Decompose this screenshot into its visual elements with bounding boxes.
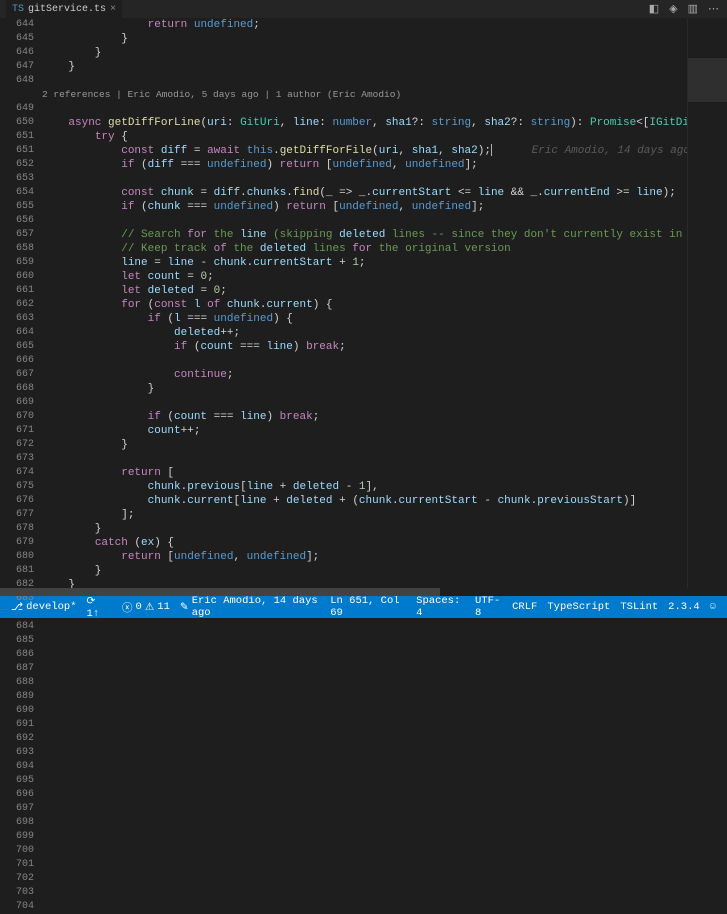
minimap-viewport[interactable] <box>688 58 727 102</box>
encoding[interactable]: UTF-8 <box>470 595 507 619</box>
minimap[interactable] <box>687 18 727 588</box>
problems-indicator[interactable]: ⓧ 0 ⚠ 11 <box>117 600 175 615</box>
scrollbar-thumb[interactable] <box>0 588 440 596</box>
title-bar: TS gitService.ts × ◧ ◈ ▥ ⋯ <box>0 0 727 18</box>
title-actions: ◧ ◈ ▥ ⋯ <box>649 2 727 16</box>
code-content[interactable]: return undefined; } } }2 references | Er… <box>42 18 687 588</box>
cursor-position[interactable]: Ln 651, Col 69 <box>325 595 411 619</box>
close-icon[interactable]: × <box>110 4 116 15</box>
diff-icon[interactable]: ◈ <box>669 2 677 16</box>
eol[interactable]: CRLF <box>507 595 542 619</box>
blame-status[interactable]: ✎ Eric Amodio, 14 days ago <box>175 595 325 619</box>
tab-filename: gitService.ts <box>28 4 106 15</box>
horizontal-scrollbar[interactable] <box>0 588 727 596</box>
editor-tab[interactable]: TS gitService.ts × <box>6 0 122 18</box>
line-gutter: 6446456466476486496506516516526536546556… <box>0 18 42 588</box>
status-bar: ⎇ develop* ⟳ 1↑ ⓧ 0 ⚠ 11 ✎ Eric Amodio, … <box>0 596 727 618</box>
sync-indicator[interactable]: ⟳ 1↑ <box>82 595 118 620</box>
split-editor-icon[interactable]: ▥ <box>688 2 698 16</box>
editor[interactable]: 6446456466476486496506516516526536546556… <box>0 18 727 588</box>
language-mode[interactable]: TypeScript <box>542 595 615 619</box>
tslint-status[interactable]: TSLint <box>615 595 663 619</box>
more-icon[interactable]: ⋯ <box>708 2 719 16</box>
typescript-icon: TS <box>12 4 24 15</box>
open-changes-icon[interactable]: ◧ <box>649 2 659 16</box>
indentation[interactable]: Spaces: 4 <box>411 595 470 619</box>
version[interactable]: 2.3.4 <box>663 595 705 619</box>
feedback-icon[interactable]: ☺ <box>705 595 721 619</box>
